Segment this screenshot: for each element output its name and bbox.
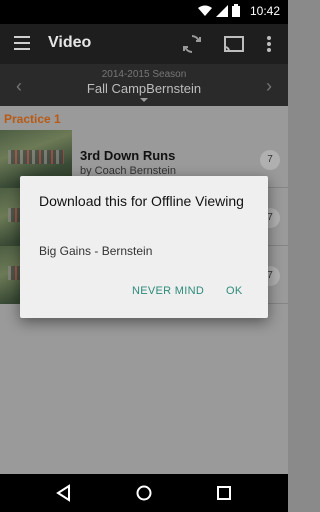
back-icon[interactable]: [54, 483, 74, 503]
download-dialog: Download this for Offline Viewing Big Ga…: [20, 176, 268, 318]
count-badge: 7: [260, 150, 280, 170]
section-header: Practice 1: [4, 112, 61, 126]
cast-icon[interactable]: [222, 32, 246, 56]
next-season-icon[interactable]: ›: [266, 76, 272, 97]
app-title: Video: [48, 34, 92, 51]
system-nav-bar: [0, 474, 288, 512]
wifi-icon: [198, 5, 212, 16]
app-bar: Video: [0, 24, 288, 64]
season-name: Fall CampBernstein: [86, 81, 202, 96]
battery-icon: [232, 4, 240, 17]
menu-icon[interactable]: [14, 36, 30, 50]
status-icons: [198, 4, 240, 17]
more-vert-icon[interactable]: [262, 32, 276, 56]
status-time: 10:42: [249, 4, 280, 18]
home-icon[interactable]: [134, 483, 154, 503]
dropdown-caret-icon: [140, 98, 148, 102]
season-selector[interactable]: ‹ 2014-2015 Season Fall CampBernstein ›: [0, 64, 288, 106]
never-mind-button[interactable]: NEVER MIND: [132, 285, 204, 297]
ok-button[interactable]: OK: [226, 285, 243, 297]
dialog-body: Big Gains - Bernstein: [39, 244, 153, 258]
status-bar: 10:42: [0, 0, 288, 24]
recents-icon[interactable]: [214, 483, 234, 503]
list-item-title: 3rd Down Runs: [80, 148, 176, 163]
sync-icon[interactable]: [180, 32, 204, 56]
signal-icon: [216, 4, 228, 17]
season-label: 2014-2015 Season: [101, 69, 187, 80]
dialog-title: Download this for Offline Viewing: [39, 193, 244, 209]
